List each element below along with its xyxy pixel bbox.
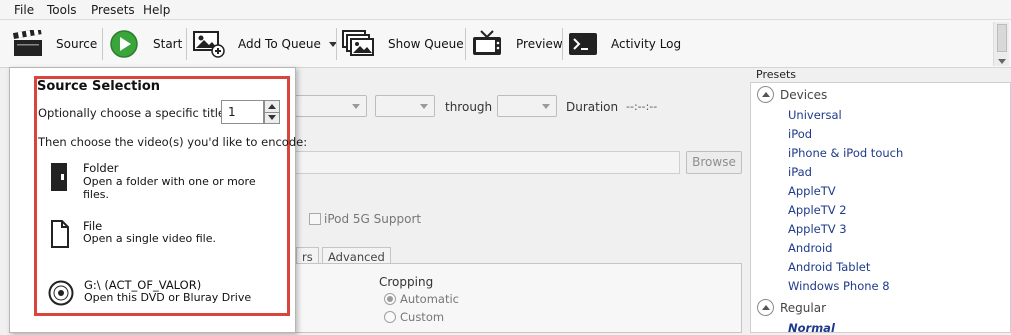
ipod-support-checkbox[interactable]	[309, 213, 321, 225]
duration-label: Duration	[566, 100, 619, 114]
preset-item[interactable]: iPhone & iPod touch	[788, 146, 903, 160]
toolbar-separator	[336, 28, 337, 60]
scroll-down-arrow[interactable]	[998, 59, 1006, 64]
preset-item[interactable]: Android	[788, 241, 832, 255]
scrollbar-thumb[interactable]	[997, 24, 1007, 52]
folder-option[interactable]: Folder Open a folder with one or more fi…	[44, 159, 284, 201]
ipod-support-label: iPod 5G Support	[324, 212, 422, 226]
file-option-title: File	[83, 219, 103, 233]
chevron-down-icon	[542, 104, 550, 109]
clapperboard-icon	[12, 30, 42, 56]
choose-title-label: Optionally choose a specific title:	[38, 106, 229, 120]
chapter-end-combo[interactable]	[497, 95, 557, 117]
custom-radio[interactable]	[384, 311, 396, 323]
tv-icon	[473, 30, 501, 55]
folder-icon	[51, 163, 67, 191]
file-option[interactable]: File Open a single video file.	[44, 217, 284, 249]
preview-button[interactable]: Preview	[471, 26, 563, 62]
spin-up-icon[interactable]	[268, 104, 276, 109]
folder-option-sub: Open a folder with one or more files.	[83, 175, 256, 201]
custom-label: Custom	[400, 310, 445, 324]
devices-group-header[interactable]: Devices	[757, 86, 827, 103]
destination-input[interactable]	[286, 151, 680, 174]
preset-item[interactable]: AppleTV 2	[788, 203, 847, 217]
through-label: through	[445, 100, 493, 114]
menu-tools[interactable]: Tools	[47, 3, 77, 17]
preset-item[interactable]: AppleTV	[788, 184, 836, 198]
presets-panel: Devices Universal iPod iPhone & iPod tou…	[750, 82, 1011, 335]
menu-help[interactable]: Help	[143, 3, 170, 17]
toolbar-separator	[102, 28, 103, 60]
choose-video-label: Then choose the video(s) you'd like to e…	[38, 135, 308, 149]
source-selection-heading: Source Selection	[37, 79, 161, 94]
toolbar-separator	[186, 28, 187, 60]
disc-icon	[48, 280, 74, 306]
preview-label: Preview	[516, 37, 563, 51]
regular-group-header[interactable]: Regular	[757, 299, 826, 316]
file-icon	[51, 220, 69, 248]
browse-button[interactable]: Browse	[686, 151, 742, 174]
menu-presets[interactable]: Presets	[91, 3, 135, 17]
preset-item[interactable]: Windows Phone 8	[788, 279, 890, 293]
add-to-queue-label: Add To Queue	[238, 37, 321, 51]
drive-option-title: G:\ (ACT_OF_VALOR)	[84, 278, 202, 292]
start-button[interactable]: Start	[109, 26, 182, 62]
automatic-radio[interactable]	[384, 293, 396, 305]
source-button[interactable]: Source	[12, 26, 97, 62]
preset-item[interactable]: iPad	[788, 165, 812, 179]
toolbar-separator	[562, 28, 563, 60]
toolbar: Source Start Add To Queue Show Queue Pre…	[0, 20, 1011, 68]
preset-item[interactable]: iPod	[788, 127, 812, 141]
collapse-icon[interactable]	[757, 299, 774, 316]
automatic-label: Automatic	[400, 292, 459, 306]
add-queue-icon	[193, 31, 225, 58]
activity-log-label: Activity Log	[611, 37, 682, 51]
source-label: Source	[56, 37, 98, 51]
preset-item[interactable]: AppleTV 3	[788, 222, 847, 236]
folder-option-title: Folder	[83, 161, 119, 175]
title-spinner[interactable]	[264, 100, 280, 124]
drive-option-sub: Open this DVD or Bluray Drive	[84, 291, 252, 304]
cropping-label: Cropping	[379, 275, 434, 289]
title-number-input[interactable]: 1	[221, 100, 264, 124]
start-label: Start	[153, 37, 183, 51]
preset-item[interactable]: Universal	[788, 108, 842, 122]
presets-title: Presets	[756, 68, 797, 81]
file-option-sub: Open a single video file.	[83, 232, 216, 245]
activity-log-button[interactable]: Activity Log	[568, 26, 681, 62]
tab-panel	[286, 263, 742, 333]
menu-bar: File Tools Presets Help	[0, 0, 1011, 20]
chevron-down-icon	[420, 104, 428, 109]
show-queue-button[interactable]: Show Queue	[341, 26, 464, 62]
preset-item[interactable]: Android Tablet	[788, 260, 870, 274]
toolbar-scrollbar[interactable]	[993, 22, 1009, 66]
collapse-icon[interactable]	[757, 86, 774, 103]
regular-group-label: Regular	[780, 300, 827, 315]
chapter-start-combo[interactable]	[375, 95, 435, 117]
duration-value: --:--:--	[626, 100, 658, 113]
spin-down-icon[interactable]	[268, 115, 276, 120]
chapters-combo[interactable]	[295, 95, 367, 117]
menu-file[interactable]: File	[14, 3, 34, 17]
play-icon	[110, 30, 138, 58]
queue-stack-icon	[342, 30, 374, 56]
dvd-drive-option[interactable]: G:\ (ACT_OF_VALOR) Open this DVD or Blur…	[44, 276, 284, 308]
terminal-icon	[569, 33, 597, 55]
show-queue-label: Show Queue	[388, 37, 464, 51]
devices-group-label: Devices	[780, 87, 828, 102]
add-to-queue-button[interactable]: Add To Queue	[192, 26, 337, 62]
toolbar-separator	[465, 28, 466, 60]
